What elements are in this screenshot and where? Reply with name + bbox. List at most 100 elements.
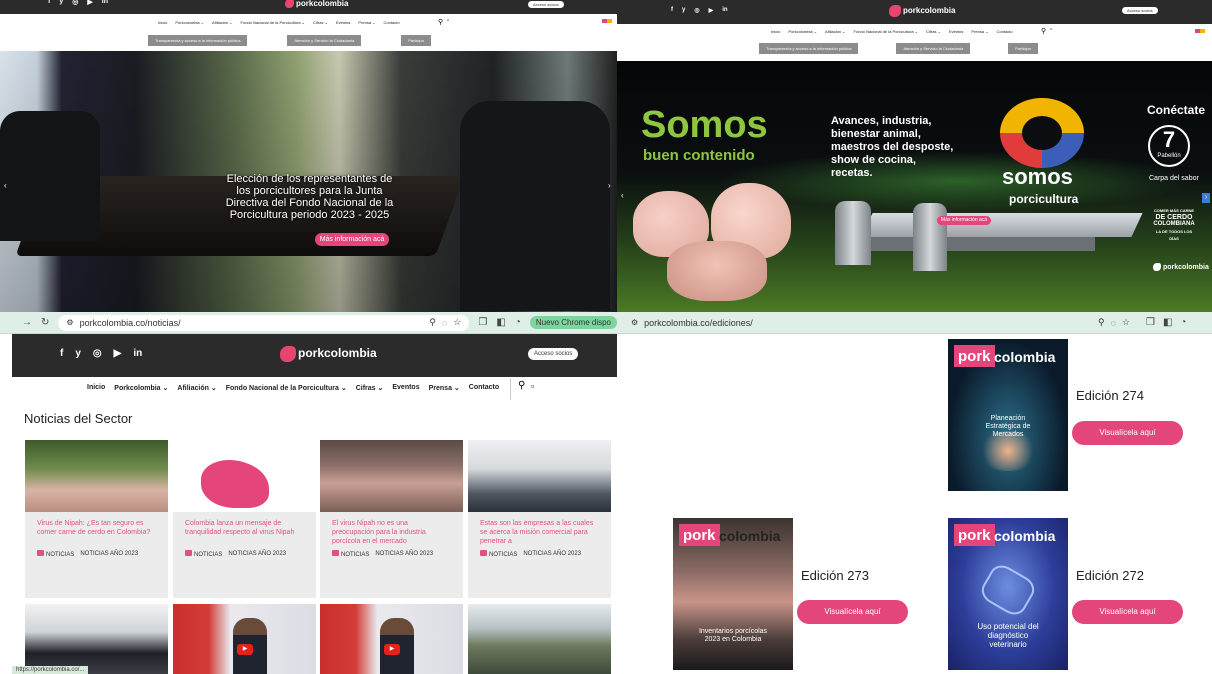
news-card[interactable]: Virus de Nipah: ¿Es tan seguro es comer … xyxy=(25,440,168,598)
tag-link[interactable]: NOTICIAS AÑO 2023 xyxy=(375,551,433,557)
tag-link[interactable]: NOTICIAS xyxy=(341,552,369,558)
account-button[interactable]: Acceso socios xyxy=(528,1,564,8)
video-card[interactable]: ▶ xyxy=(173,604,316,674)
nav-item-cifras[interactable]: Cifras ⌄ xyxy=(313,20,328,25)
linkedin-icon[interactable]: in xyxy=(722,7,727,14)
nav-item-afiliacion[interactable]: Afiliación ⌄ xyxy=(825,29,845,34)
nav-item-prensa[interactable]: Prensa ⌄ xyxy=(429,384,460,392)
card-title[interactable]: Estas son las empresas a las cuales se a… xyxy=(468,512,611,546)
extensions-icon[interactable]: ❒ xyxy=(478,317,487,328)
logo[interactable]: porkcolombia xyxy=(280,346,377,362)
nav-item-contacto[interactable]: Contacto xyxy=(997,29,1013,34)
quick-link-participa[interactable]: Participa xyxy=(1008,43,1038,54)
address-bar[interactable]: ⚙ porkcolombia.co/ediciones/ ⚲ ◌ ☆ xyxy=(623,315,1138,331)
profile-icon[interactable]: ◔ xyxy=(1180,317,1186,328)
edition-cover[interactable]: pork colombia Planeación Estratégica de M… xyxy=(948,339,1068,491)
card-title[interactable]: Colombia lanza un mensaje de tranquilida… xyxy=(173,512,316,546)
nav-item-prensa[interactable]: Prensa ⌄ xyxy=(971,29,988,34)
tag-link[interactable]: NOTICIAS AÑO 2023 xyxy=(523,551,581,557)
linkedin-icon[interactable]: in xyxy=(102,0,108,6)
view-edition-button[interactable]: Visualícela aquí xyxy=(1072,421,1183,445)
tag-link[interactable]: NOTICIAS xyxy=(46,552,74,558)
nav-item-eventos[interactable]: Eventos xyxy=(949,29,963,34)
nav-item-cifras[interactable]: Cifras ⌄ xyxy=(926,29,941,34)
cart-icon[interactable]: ▫ xyxy=(447,18,449,24)
nav-item-inicio[interactable]: Inicio xyxy=(87,384,105,392)
search-icon[interactable]: ⚲ xyxy=(1041,27,1046,35)
nav-item-porkcolombia[interactable]: Porkcolombia ⌄ xyxy=(788,29,817,34)
site-info-icon[interactable]: ⚙ xyxy=(66,318,73,327)
banner-more-info-button[interactable]: Más información acá xyxy=(937,216,991,225)
search-icon[interactable]: ⚲ xyxy=(438,18,443,26)
sidebar-icon[interactable]: ◧ xyxy=(496,317,505,328)
view-edition-button[interactable]: Visualícela aquí xyxy=(797,600,908,624)
cart-icon[interactable]: ▫ xyxy=(531,381,534,391)
language-flags[interactable] xyxy=(602,19,612,23)
nav-item-afiliacion[interactable]: Afiliación ⌄ xyxy=(177,384,216,392)
reload-icon[interactable]: ↻ xyxy=(41,317,49,328)
nav-item-inicio[interactable]: Inicio xyxy=(771,29,780,34)
tag-link[interactable]: NOTICIAS xyxy=(489,552,517,558)
news-card[interactable]: El virus Nipah no es una preocupación pa… xyxy=(320,440,463,598)
account-button[interactable]: Acceso socios xyxy=(1122,7,1158,14)
nav-item-contacto[interactable]: Contacto xyxy=(384,20,400,25)
news-card-image-row2[interactable] xyxy=(468,604,611,674)
zoom-icon[interactable]: ⚲ xyxy=(1098,317,1105,328)
zoom-icon[interactable]: ⚲ xyxy=(429,317,436,328)
edition-cover[interactable]: pork colombia Uso potencial del diagnósti… xyxy=(948,518,1068,670)
slider-prev-icon[interactable]: ‹ xyxy=(621,191,624,200)
nav-item-fondo[interactable]: Fondo Nacional de la Porcicultura ⌄ xyxy=(854,29,919,34)
youtube-icon[interactable]: ▶ xyxy=(114,348,122,359)
instagram-icon[interactable]: ◎ xyxy=(93,348,102,359)
nav-item-porkcolombia[interactable]: Porkcolombia ⌄ xyxy=(175,20,204,25)
tag-link[interactable]: NOTICIAS xyxy=(194,552,222,558)
facebook-icon[interactable]: f xyxy=(60,348,63,359)
quick-link-participa[interactable]: Participa xyxy=(401,35,431,46)
nav-item-porkcolombia[interactable]: Porkcolombia ⌄ xyxy=(114,384,168,392)
twitter-icon[interactable]: y xyxy=(682,7,685,14)
quick-link-transparencia[interactable]: Transparencia y acceso a la información … xyxy=(759,43,859,54)
extensions-icon[interactable]: ❒ xyxy=(1146,317,1155,328)
nav-item-afiliacion[interactable]: Afiliación ⌄ xyxy=(212,20,232,25)
hero-more-info-button[interactable]: Más información acá xyxy=(315,233,389,246)
star-icon[interactable]: ☆ xyxy=(453,317,461,328)
search-icon[interactable]: ⚲ xyxy=(518,380,525,391)
logo[interactable]: porkcolombia xyxy=(889,5,955,17)
logo[interactable]: porkcolombia xyxy=(285,0,348,9)
chrome-update-badge[interactable]: Nuevo Chrome dispo xyxy=(529,316,617,329)
site-info-icon[interactable]: ⚙ xyxy=(631,318,638,327)
instagram-icon[interactable]: ◎ xyxy=(72,0,78,6)
slider-next-icon[interactable]: › xyxy=(1202,193,1210,203)
twitter-icon[interactable]: y xyxy=(75,348,81,359)
facebook-icon[interactable]: f xyxy=(48,0,50,6)
card-title[interactable]: El virus Nipah no es una preocupación pa… xyxy=(320,512,463,546)
video-card[interactable]: ▶ xyxy=(320,604,463,674)
youtube-icon[interactable]: ▶ xyxy=(87,0,92,6)
eye-off-icon[interactable]: ◌ xyxy=(442,318,447,328)
view-edition-button[interactable]: Visualícela aquí xyxy=(1072,600,1183,624)
forward-icon[interactable]: → xyxy=(22,317,32,328)
quick-link-atencion[interactable]: Atención y Servicio la Ciudadanía xyxy=(896,43,971,54)
nav-item-prensa[interactable]: Prensa ⌄ xyxy=(358,20,375,25)
quick-link-atencion[interactable]: Atención y Servicio la Ciudadanía xyxy=(287,35,362,46)
profile-icon[interactable]: ◔ xyxy=(515,317,521,328)
language-flags[interactable] xyxy=(1195,29,1205,33)
account-button[interactable]: Acceso socios xyxy=(528,348,579,360)
star-icon[interactable]: ☆ xyxy=(1122,317,1130,328)
twitter-icon[interactable]: y xyxy=(59,0,63,6)
youtube-icon[interactable]: ▶ xyxy=(709,7,714,14)
slider-next-icon[interactable]: › xyxy=(608,181,611,190)
tag-link[interactable]: NOTICIAS AÑO 2023 xyxy=(80,551,138,557)
nav-item-contacto[interactable]: Contacto xyxy=(469,384,499,392)
card-title[interactable]: Virus de Nipah: ¿Es tan seguro es comer … xyxy=(25,512,168,546)
nav-item-inicio[interactable]: Inicio xyxy=(158,20,167,25)
edition-cover[interactable]: pork colombia Inventarios porcícolas 2023… xyxy=(673,518,793,670)
nav-item-fondo[interactable]: Fondo Nacional de la Porcicultura ⌄ xyxy=(241,20,306,25)
news-card[interactable]: Colombia lanza un mensaje de tranquilida… xyxy=(173,440,316,598)
play-icon[interactable]: ▶ xyxy=(384,644,400,655)
slider-prev-icon[interactable]: ‹ xyxy=(4,181,7,190)
facebook-icon[interactable]: f xyxy=(671,7,673,14)
address-bar[interactable]: ⚙ porkcolombia.co/noticias/ ⚲ ◌ ☆ xyxy=(58,314,470,331)
news-card-image-row2[interactable] xyxy=(25,604,168,674)
tag-link[interactable]: NOTICIAS AÑO 2023 xyxy=(228,551,286,557)
